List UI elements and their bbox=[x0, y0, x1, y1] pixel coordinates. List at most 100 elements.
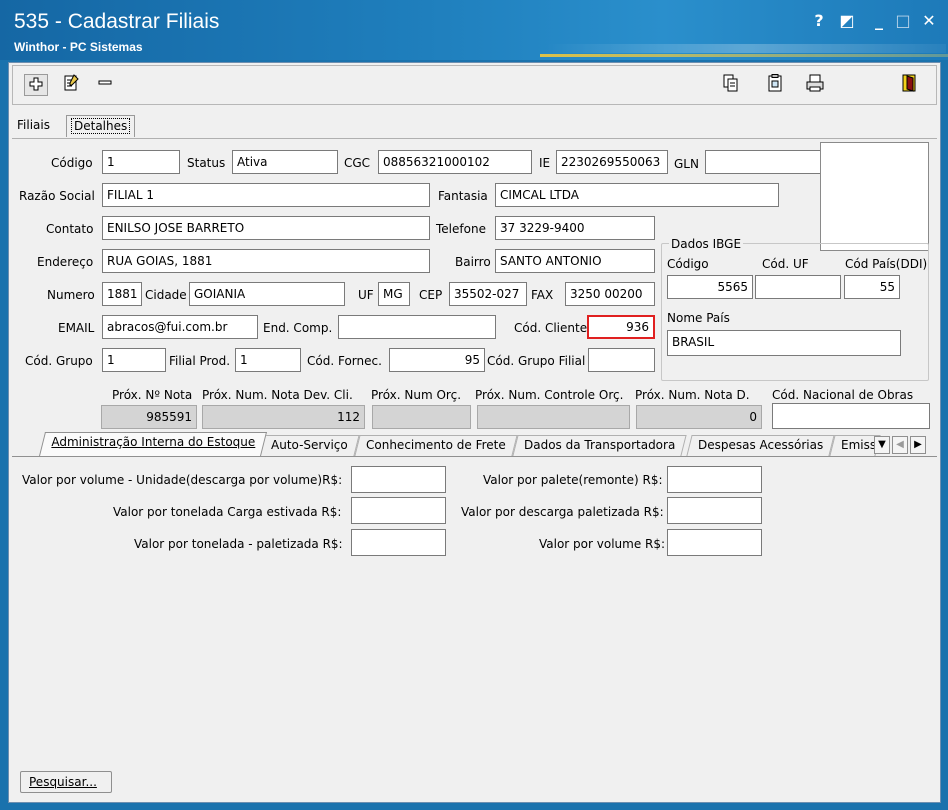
numero-field[interactable]: 1881 bbox=[102, 282, 142, 306]
subtabs-bar: Administração Interna do Estoque Auto-Se… bbox=[12, 432, 937, 456]
gln-label: GLN bbox=[674, 157, 699, 171]
cep-label: CEP bbox=[419, 288, 443, 302]
prox-nota-d-label: Próx. Num. Nota D. bbox=[635, 388, 750, 402]
clipboard-icon[interactable] bbox=[763, 74, 787, 96]
tab-detalhes-label: Detalhes bbox=[71, 118, 131, 134]
exit-icon[interactable] bbox=[897, 74, 921, 96]
palete-label: Valor por palete(remonte) R$: bbox=[483, 473, 663, 487]
vol-unidade-label: Valor por volume - Unidade(descarga por … bbox=[22, 473, 343, 487]
fantasia-field[interactable]: CIMCAL LTDA bbox=[495, 183, 779, 207]
vol-unidade-field[interactable] bbox=[351, 466, 446, 493]
remove-icon[interactable] bbox=[93, 74, 117, 96]
title-bar: 535 - Cadastrar Filiais Winthor - PC Sis… bbox=[0, 0, 948, 60]
prox-nota-dev-field: 112 bbox=[202, 405, 365, 429]
cod-fornec-field[interactable]: 95 bbox=[389, 348, 485, 372]
estoque-panel: Valor por volume - Unidade(descarga por … bbox=[12, 456, 937, 756]
app-window: 535 - Cadastrar Filiais Winthor - PC Sis… bbox=[0, 0, 948, 810]
tab-detalhes[interactable]: Detalhes bbox=[66, 115, 136, 137]
volume-field[interactable] bbox=[667, 529, 762, 556]
window-title: 535 - Cadastrar Filiais bbox=[14, 10, 220, 33]
tab-emissao-label: Emiss bbox=[841, 438, 877, 452]
cgc-field[interactable]: 08856321000102 bbox=[378, 150, 532, 174]
endereco-field[interactable]: RUA GOIAS, 1881 bbox=[102, 249, 430, 273]
prox-nota-label: Próx. Nº Nota bbox=[112, 388, 193, 402]
print-icon[interactable] bbox=[803, 74, 827, 96]
tab-dropdown-icon[interactable]: ▼ bbox=[874, 436, 890, 454]
ibge-codigo-label: Código bbox=[667, 257, 709, 271]
window-subtitle: Winthor - PC Sistemas bbox=[14, 40, 143, 54]
ibge-cod-pais-field[interactable]: 55 bbox=[844, 275, 900, 299]
pesquisar-button[interactable]: Pesquisar... bbox=[20, 771, 112, 793]
bairro-field[interactable]: SANTO ANTONIO bbox=[495, 249, 655, 273]
tab-emissao[interactable]: Emiss bbox=[829, 435, 881, 456]
cep-field[interactable]: 35502-027 bbox=[449, 282, 527, 306]
tab-conhecimento-frete[interactable]: Conhecimento de Frete bbox=[354, 435, 518, 456]
prox-orc-field bbox=[372, 405, 471, 429]
ie-label: IE bbox=[539, 156, 551, 170]
cod-grupo-field[interactable]: 1 bbox=[102, 348, 166, 372]
razao-social-field[interactable]: FILIAL 1 bbox=[102, 183, 430, 207]
close-button[interactable]: ✕ bbox=[918, 10, 940, 32]
tab-auto-servico-label: Auto-Serviço bbox=[271, 438, 348, 452]
copy-icon[interactable] bbox=[719, 74, 743, 96]
cod-grupo-filial-field[interactable] bbox=[588, 348, 655, 372]
ton-estivada-field[interactable] bbox=[351, 497, 446, 524]
cgc-label: CGC bbox=[344, 156, 371, 170]
tab-despesas-acessorias[interactable]: Despesas Acessórias bbox=[686, 435, 835, 456]
ibge-nome-pais-field[interactable]: BRASIL bbox=[667, 330, 901, 356]
email-label: EMAIL bbox=[58, 321, 95, 335]
title-decoration bbox=[546, 44, 946, 53]
desc-paletizada-field[interactable] bbox=[667, 497, 762, 524]
tab-despesas-acessorias-label: Despesas Acessórias bbox=[698, 438, 824, 452]
tab-filiais[interactable]: Filiais bbox=[13, 115, 54, 137]
ton-paletizada-field[interactable] bbox=[351, 529, 446, 556]
cod-grupo-label: Cód. Grupo bbox=[25, 354, 93, 368]
ibge-nome-pais-label: Nome País bbox=[667, 311, 730, 325]
status-field[interactable]: Ativa bbox=[232, 150, 338, 174]
telefone-field[interactable]: 37 3229-9400 bbox=[495, 216, 655, 240]
add-icon[interactable] bbox=[24, 74, 48, 96]
tab-dados-transportadora[interactable]: Dados da Transportadora bbox=[512, 435, 687, 456]
tab-conhecimento-frete-label: Conhecimento de Frete bbox=[366, 438, 506, 452]
email-field[interactable]: abracos@fui.com.br bbox=[102, 315, 258, 339]
fantasia-label: Fantasia bbox=[438, 189, 488, 203]
contato-field[interactable]: ENILSO JOSE BARRETO bbox=[102, 216, 430, 240]
numero-label: Numero bbox=[47, 288, 95, 302]
uf-field[interactable]: MG bbox=[378, 282, 410, 306]
tab-administracao-estoque[interactable]: Administração Interna do Estoque bbox=[39, 432, 267, 456]
logo-image-box[interactable] bbox=[820, 142, 929, 251]
gln-field[interactable] bbox=[705, 150, 821, 174]
cod-nacional-obras-field[interactable] bbox=[772, 403, 930, 429]
codigo-label: Código bbox=[51, 156, 93, 170]
volume-label: Valor por volume R$: bbox=[539, 537, 666, 551]
cod-grupo-filial-label: Cód. Grupo Filial bbox=[487, 354, 586, 368]
restore-icon[interactable]: ◩ bbox=[836, 10, 858, 32]
tab-auto-servico[interactable]: Auto-Serviço bbox=[259, 435, 360, 456]
tab-dados-transportadora-label: Dados da Transportadora bbox=[524, 438, 676, 452]
maximize-button[interactable]: □ bbox=[892, 10, 914, 32]
tab-scroll-left-icon[interactable]: ◀ bbox=[892, 436, 908, 454]
edit-icon[interactable] bbox=[59, 74, 83, 96]
contato-label: Contato bbox=[46, 222, 94, 236]
minimize-button[interactable]: _ bbox=[868, 10, 890, 32]
help-button[interactable]: ? bbox=[808, 10, 830, 32]
prox-orc-label: Próx. Num Orç. bbox=[371, 388, 462, 402]
telefone-label: Telefone bbox=[436, 222, 486, 236]
ibge-codigo-field[interactable]: 5565 bbox=[667, 275, 753, 299]
cod-cliente-label: Cód. Cliente bbox=[514, 321, 588, 335]
fax-field[interactable]: 3250 00200 bbox=[565, 282, 655, 306]
end-comp-field[interactable] bbox=[338, 315, 496, 339]
cod-cliente-field[interactable]: 936 bbox=[587, 315, 655, 339]
cidade-field[interactable]: GOIANIA bbox=[189, 282, 345, 306]
ibge-cod-pais-label: Cód País(DDI) bbox=[845, 257, 928, 271]
ie-field[interactable]: 2230269550063 bbox=[556, 150, 668, 174]
prox-controle-orc-field bbox=[477, 405, 630, 429]
filial-prod-field[interactable]: 1 bbox=[235, 348, 301, 372]
tab-scroll-right-icon[interactable]: ▶ bbox=[910, 436, 926, 454]
prox-nota-d-field: 0 bbox=[636, 405, 762, 429]
ibge-cod-uf-field[interactable] bbox=[755, 275, 841, 299]
ton-paletizada-label: Valor por tonelada - paletizada R$: bbox=[134, 537, 343, 551]
palete-field[interactable] bbox=[667, 466, 762, 493]
end-comp-label: End. Comp. bbox=[263, 321, 333, 335]
codigo-field[interactable]: 1 bbox=[102, 150, 180, 174]
